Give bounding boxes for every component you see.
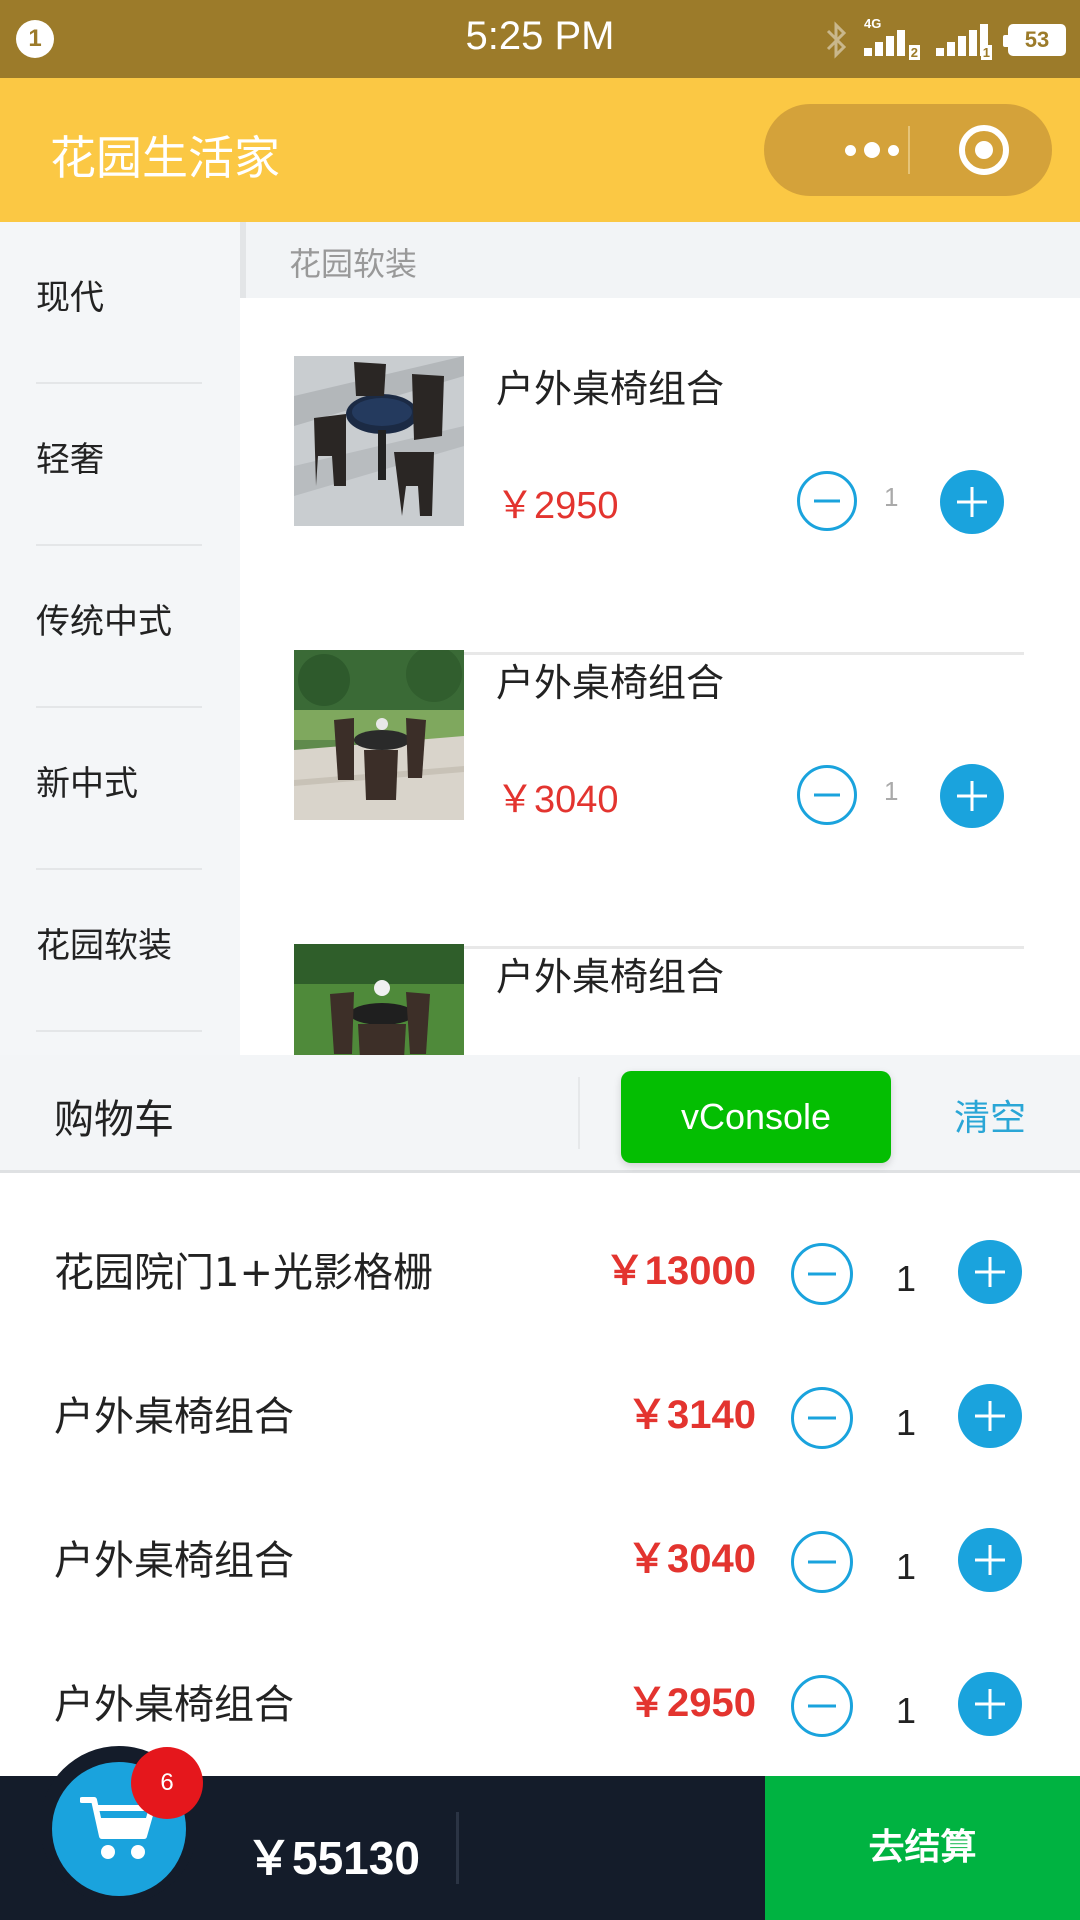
cart-item: 户外桌椅组合 ￥3140 1 xyxy=(0,1346,1080,1490)
product-name: 户外桌椅组合 xyxy=(496,955,725,999)
increase-quantity-button[interactable] xyxy=(940,470,1004,534)
cart-item-name: 户外桌椅组合 xyxy=(54,1394,294,1440)
cart-item-price: ￥3040 xyxy=(627,1537,756,1581)
sidebar-item-label: 传统中式 xyxy=(36,602,172,642)
cart-item-name: 户外桌椅组合 xyxy=(54,1682,294,1728)
bluetooth-icon xyxy=(826,21,847,59)
sidebar-item-label: 现代 xyxy=(36,278,104,318)
page-title: 花园生活家 xyxy=(50,131,280,185)
cart-title: 购物车 xyxy=(54,1097,174,1143)
section-title: 花园软装 xyxy=(289,245,418,283)
sidebar-item-label: 轻奢 xyxy=(36,440,104,480)
product-card[interactable]: 户外桌椅组合 ￥3040 1 xyxy=(294,650,1024,949)
cart-count-badge: 6 xyxy=(131,1747,203,1819)
status-bar: 1 5:25 PM 4G 2 1 53 xyxy=(0,0,1080,78)
signal-icon-sim1: 4G 2 xyxy=(864,16,922,60)
network-type-label: 4G xyxy=(864,16,882,31)
increase-quantity-button[interactable] xyxy=(958,1672,1022,1736)
cart-total: ￥55130 xyxy=(246,1832,420,1884)
decrease-quantity-button[interactable] xyxy=(790,1386,854,1450)
more-options-icon[interactable] xyxy=(812,104,932,196)
decrease-quantity-button[interactable] xyxy=(790,1530,854,1594)
sidebar-item-new-chinese[interactable]: 新中式 xyxy=(0,708,240,870)
sidebar-item-traditional-chinese[interactable]: 传统中式 xyxy=(0,546,240,708)
cart-item-name: 花园院门1+光影格栅 xyxy=(54,1250,433,1296)
product-image xyxy=(294,944,464,1055)
signal-icon-sim2: 1 xyxy=(936,20,994,60)
category-sidebar: 现代 轻奢 传统中式 新中式 花园软装 xyxy=(0,222,240,1055)
cart-item-price: ￥2950 xyxy=(627,1681,756,1725)
checkout-button[interactable]: 去结算 xyxy=(765,1776,1080,1920)
sidebar-item-modern[interactable]: 现代 xyxy=(0,222,240,384)
section-header: 花园软装 xyxy=(246,222,1080,298)
cart-item-quantity: 1 xyxy=(896,1402,917,1443)
product-image xyxy=(294,650,464,820)
decrease-quantity-button[interactable] xyxy=(790,1674,854,1738)
cart-item-price: ￥13000 xyxy=(604,1249,756,1293)
cart-item-price: ￥3140 xyxy=(627,1393,756,1437)
decrease-quantity-button[interactable] xyxy=(796,764,858,826)
divider xyxy=(456,1812,459,1884)
increase-quantity-button[interactable] xyxy=(940,764,1004,828)
sim1-label: 2 xyxy=(908,45,920,60)
close-miniprogram-icon[interactable] xyxy=(958,124,1010,176)
product-quantity: 1 xyxy=(884,776,899,806)
cart-item-quantity: 1 xyxy=(896,1258,917,1299)
product-image xyxy=(294,356,464,526)
product-price: ￥2950 xyxy=(496,485,619,527)
miniprogram-capsule xyxy=(764,104,1052,196)
cart-item: 户外桌椅组合 ￥3040 1 xyxy=(0,1490,1080,1634)
title-bar: 花园生活家 xyxy=(0,78,1080,222)
increase-quantity-button[interactable] xyxy=(958,1384,1022,1448)
product-name: 户外桌椅组合 xyxy=(496,367,725,411)
sidebar-item-light-luxury[interactable]: 轻奢 xyxy=(0,384,240,546)
decrease-quantity-button[interactable] xyxy=(796,470,858,532)
product-name: 户外桌椅组合 xyxy=(496,661,725,705)
product-card[interactable]: 户外桌椅组合 ￥2950 1 xyxy=(294,356,1024,655)
increase-quantity-button[interactable] xyxy=(958,1240,1022,1304)
product-price: ￥3040 xyxy=(496,779,619,821)
cart-item-quantity: 1 xyxy=(896,1690,917,1731)
clear-cart-button[interactable]: 清空 xyxy=(954,1089,1026,1141)
divider xyxy=(36,1030,202,1032)
sidebar-item-label: 新中式 xyxy=(36,764,138,804)
product-quantity: 1 xyxy=(884,482,899,512)
cart-item: 花园院门1+光影格栅 ￥13000 1 xyxy=(0,1202,1080,1346)
product-card[interactable]: 户外桌椅组合 xyxy=(294,944,1024,1055)
sim2-label: 1 xyxy=(980,45,992,60)
sidebar-item-garden-decor[interactable]: 花园软装 xyxy=(0,870,240,1032)
divider xyxy=(578,1077,580,1149)
cart-item-name: 户外桌椅组合 xyxy=(54,1538,294,1584)
vconsole-button[interactable]: vConsole xyxy=(621,1071,891,1163)
battery-icon: 53 xyxy=(1003,24,1066,56)
decrease-quantity-button[interactable] xyxy=(790,1242,854,1306)
sidebar-item-label: 花园软装 xyxy=(36,926,172,966)
capsule-divider xyxy=(908,126,910,174)
increase-quantity-button[interactable] xyxy=(958,1528,1022,1592)
cart-header: 购物车 清空 xyxy=(0,1055,1080,1173)
cart-item-quantity: 1 xyxy=(896,1546,917,1587)
